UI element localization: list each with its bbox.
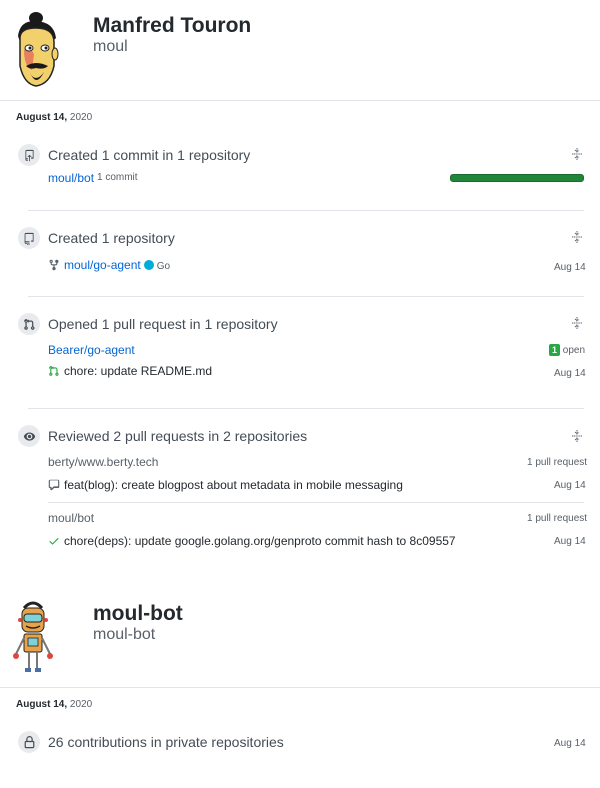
created-repo-link[interactable]: moul/go-agent (64, 258, 141, 272)
fold-icon[interactable] (571, 148, 583, 160)
cartoon-avatar-icon (18, 12, 59, 87)
event-title-commits[interactable]: Created 1 commit in 1 repository (48, 147, 250, 163)
avatar-moul[interactable] (10, 10, 62, 90)
event-title-pr[interactable]: Opened 1 pull request in 1 repository (48, 316, 278, 332)
repo-push-icon (18, 144, 40, 166)
review-repo-link[interactable]: moul/bot (48, 511, 94, 525)
user-login[interactable]: moul-bot (93, 626, 155, 644)
review-item-link[interactable]: feat(blog): create blogpost about metada… (64, 478, 403, 492)
event-title-private: 26 contributions in private repositories (48, 734, 284, 750)
open-label: open (562, 345, 586, 356)
review-item-link[interactable]: chore(deps): update google.golang.org/ge… (64, 534, 456, 548)
activity-date: August 14, 2020 (16, 112, 92, 123)
eye-icon (18, 425, 40, 447)
repo-icon (18, 227, 40, 249)
robot-avatar-icon (13, 601, 53, 672)
user-name[interactable]: Manfred Touron (93, 14, 251, 38)
user-login[interactable]: moul (93, 38, 128, 56)
check-icon (49, 538, 59, 545)
review-divider (48, 502, 584, 503)
commit-progress-bar (450, 174, 584, 182)
open-count-badge: 1 (549, 344, 561, 356)
date-year: 2020 (69, 112, 93, 123)
event-divider (28, 296, 584, 297)
language-color-dot (144, 260, 154, 270)
event-date: Aug 14 (554, 262, 586, 273)
activity-date: August 14, 2020 (16, 699, 92, 710)
review-count: 1 pull request (527, 513, 588, 524)
user-name[interactable]: moul-bot (93, 602, 183, 626)
fold-icon[interactable] (571, 430, 583, 442)
header-divider (0, 687, 600, 688)
pr-open-status: 1 open (549, 344, 585, 356)
event-divider (28, 408, 584, 409)
event-date: Aug 14 (554, 738, 586, 749)
repo-forked-icon (49, 259, 59, 271)
avatar-moul-bot[interactable] (12, 598, 54, 674)
git-pull-request-icon (18, 313, 40, 335)
lock-icon (18, 731, 40, 753)
header-divider (0, 100, 600, 101)
event-title-reviews[interactable]: Reviewed 2 pull requests in 2 repositori… (48, 428, 307, 444)
pull-request-green-icon (49, 366, 59, 376)
fold-icon[interactable] (571, 317, 583, 329)
date-year: 2020 (69, 699, 93, 710)
event-title-repo[interactable]: Created 1 repository (48, 230, 175, 246)
date-month-day: August 14, (16, 112, 68, 123)
pr-repo-link[interactable]: Bearer/go-agent (48, 343, 135, 357)
pr-title-link[interactable]: chore: update README.md (64, 364, 212, 378)
commit-repo-link[interactable]: moul/bot (48, 171, 94, 185)
review-count: 1 pull request (527, 457, 588, 468)
comment-icon (48, 479, 60, 491)
review-repo-link[interactable]: berty/www.berty.tech (48, 455, 158, 469)
date-month-day: August 14, (16, 699, 68, 710)
event-date: Aug 14 (554, 368, 586, 379)
repo-language: Go (144, 260, 170, 272)
fold-icon[interactable] (571, 231, 583, 243)
language-name: Go (156, 261, 171, 272)
event-date: Aug 14 (554, 536, 586, 547)
event-date: Aug 14 (554, 480, 586, 491)
event-divider (28, 210, 584, 211)
commit-count[interactable]: 1 commit (97, 172, 138, 183)
